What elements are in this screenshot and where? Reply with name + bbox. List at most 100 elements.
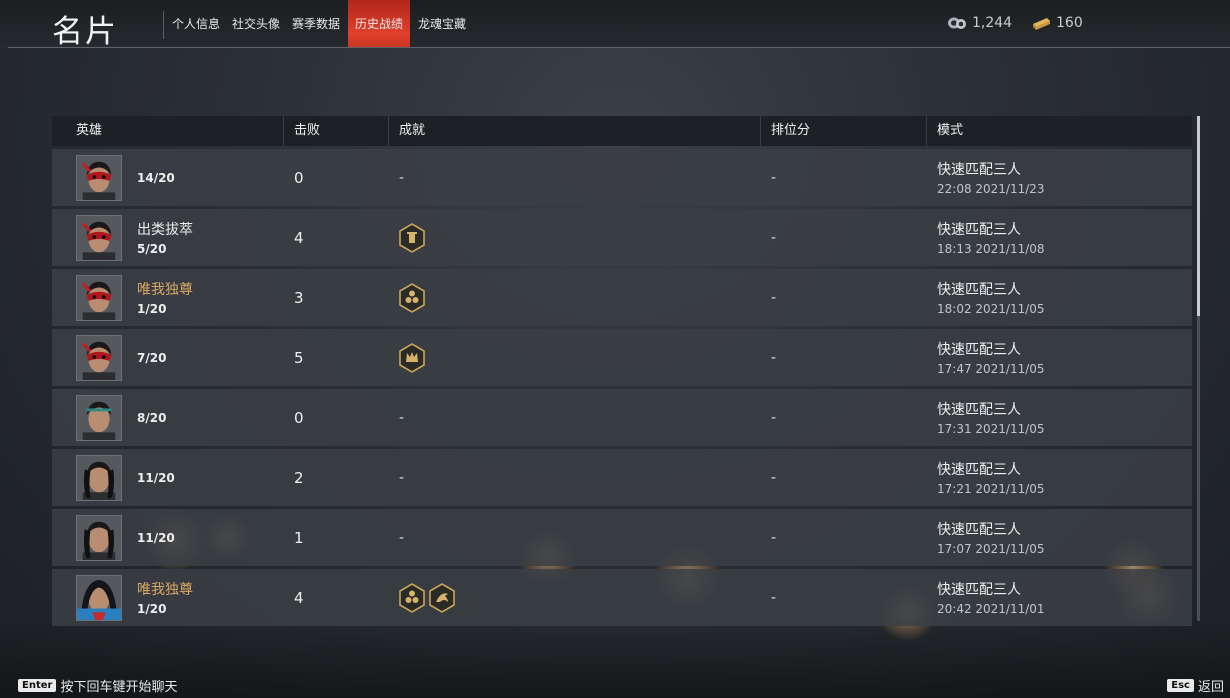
hero-info: 出类拔萃 5/20 xyxy=(137,219,193,256)
chat-hint[interactable]: Enter 按下回车键开始聊天 xyxy=(18,676,177,695)
rank-score-cell: - xyxy=(761,449,927,506)
kills-value: 0 xyxy=(294,408,304,427)
rank-score-value: - xyxy=(771,409,777,426)
kills-cell: 1 xyxy=(284,509,389,566)
gold-amount: 160 xyxy=(1056,15,1083,31)
back-hint[interactable]: Esc 返回 xyxy=(1167,676,1224,695)
hero-cell: 出类拔萃 5/20 xyxy=(52,209,284,266)
page-title: 名片 xyxy=(52,14,118,50)
match-time: 20:42 2021/11/01 xyxy=(937,602,1045,616)
gold-currency: 160 xyxy=(1031,15,1083,31)
table-row[interactable]: 出类拔萃 5/20 4 - 快速匹配三人 18:13 2021/11/08 xyxy=(52,209,1192,266)
mode-name: 快速匹配三人 xyxy=(937,282,1021,298)
hero-info: 11/20 xyxy=(137,531,175,545)
mode-cell: 快速匹配三人 17:31 2021/11/05 xyxy=(927,389,1192,446)
rank-score-value: - xyxy=(771,469,777,486)
column-hero: 英雄 xyxy=(52,116,284,146)
mode-name: 快速匹配三人 xyxy=(937,162,1021,178)
mode-name: 快速匹配三人 xyxy=(937,342,1021,358)
kill-count-badge-icon[interactable] xyxy=(399,222,425,253)
kills-value: 1 xyxy=(294,528,304,547)
rank-score-value: - xyxy=(771,349,777,366)
table-row[interactable]: 11/20 1 - - 快速匹配三人 17:07 2021/11/05 xyxy=(52,509,1192,566)
achievement-empty: - xyxy=(399,169,405,186)
hero-honor-title: 出类拔萃 xyxy=(137,222,193,238)
tab-season-data[interactable]: 赛季数据 xyxy=(286,0,346,48)
title-divider xyxy=(163,11,164,39)
kills-value: 4 xyxy=(294,588,304,607)
crown-badge-icon[interactable] xyxy=(399,342,425,373)
mode-cell: 快速匹配三人 18:02 2021/11/05 xyxy=(927,269,1192,326)
match-history-table: 英雄 击败 成就 排位分 模式 14/20 0 - - 快速匹配三人 22:08 2021… xyxy=(52,116,1192,626)
achievements-cell xyxy=(389,329,761,386)
table-row[interactable]: 唯我独尊 1/20 4 - 快速匹配三人 20:42 2021/11/01 xyxy=(52,569,1192,626)
table-header: 英雄 击败 成就 排位分 模式 xyxy=(52,116,1192,146)
table-row[interactable]: 14/20 0 - - 快速匹配三人 22:08 2021/11/23 xyxy=(52,149,1192,206)
mode-name: 快速匹配三人 xyxy=(937,402,1021,418)
placement: 5/20 xyxy=(137,242,167,256)
achievement-badges xyxy=(399,222,425,253)
column-kills: 击败 xyxy=(284,116,389,146)
esc-key: Esc xyxy=(1167,679,1194,692)
tab-bar: 个人信息 社交头像 赛季数据 历史战绩 龙魂宝藏 xyxy=(166,0,472,48)
hero-honor-title: 唯我独尊 xyxy=(137,582,193,598)
achievements-cell: - xyxy=(389,389,761,446)
rank-score-cell: - xyxy=(761,209,927,266)
hero-cell: 11/20 xyxy=(52,509,284,566)
coins-currency: 1,244 xyxy=(947,15,1012,31)
tab-match-history[interactable]: 历史战绩 xyxy=(348,0,411,48)
match-time: 18:13 2021/11/08 xyxy=(937,242,1045,256)
column-mode: 模式 xyxy=(937,123,964,138)
gold-ingot-icon xyxy=(1033,18,1050,30)
top-bar: 名片 个人信息 社交头像 赛季数据 历史战绩 龙魂宝藏 1,244 160 xyxy=(0,0,1230,50)
match-time: 18:02 2021/11/05 xyxy=(937,302,1045,316)
tab-dragon-treasure[interactable]: 龙魂宝藏 xyxy=(412,0,472,48)
rank-score-cell: - xyxy=(761,569,927,626)
tab-social-avatar[interactable]: 社交头像 xyxy=(226,0,286,48)
achievements-cell xyxy=(389,209,761,266)
rank-score-value: - xyxy=(771,169,777,186)
placement: 7/20 xyxy=(137,350,167,365)
rank-score-value: - xyxy=(771,229,777,246)
hero-info: 7/20 xyxy=(137,351,166,365)
match-time: 17:31 2021/11/05 xyxy=(937,422,1045,436)
triple-badge-icon[interactable] xyxy=(399,282,425,313)
achievement-empty: - xyxy=(399,469,405,486)
kills-cell: 3 xyxy=(284,269,389,326)
coins-icon xyxy=(948,17,966,29)
scrollbar-thumb[interactable] xyxy=(1197,116,1200,316)
column-achievements: 成就 xyxy=(389,116,761,146)
achievement-badges xyxy=(399,582,455,613)
triple-badge-icon[interactable] xyxy=(399,582,425,613)
tab-personal-info[interactable]: 个人信息 xyxy=(166,0,226,48)
mode-cell: 快速匹配三人 18:13 2021/11/08 xyxy=(927,209,1192,266)
table-row[interactable]: 11/20 2 - - 快速匹配三人 17:21 2021/11/05 xyxy=(52,449,1192,506)
kills-cell: 4 xyxy=(284,209,389,266)
top-bar-divider xyxy=(8,47,1230,48)
rank-score-value: - xyxy=(771,289,777,306)
kills-value: 2 xyxy=(294,468,304,487)
achievement-badges xyxy=(399,342,425,373)
footer-bar: Enter 按下回车键开始聊天 Esc 返回 xyxy=(0,670,1230,698)
kills-value: 3 xyxy=(294,288,304,307)
kills-value: 0 xyxy=(294,168,304,187)
hero-cell: 唯我独尊 1/20 xyxy=(52,569,284,626)
kills-cell: 2 xyxy=(284,449,389,506)
hero-info: 唯我独尊 1/20 xyxy=(137,579,193,616)
placement: 1/20 xyxy=(137,302,167,316)
table-row[interactable]: 8/20 0 - - 快速匹配三人 17:31 2021/11/05 xyxy=(52,389,1192,446)
mode-name: 快速匹配三人 xyxy=(937,462,1021,478)
coins-amount: 1,244 xyxy=(972,15,1013,31)
red-mask-hero-avatar xyxy=(76,274,122,321)
kills-cell: 5 xyxy=(284,329,389,386)
hero-cell: 11/20 xyxy=(52,449,284,506)
kills-cell: 4 xyxy=(284,569,389,626)
achievements-cell: - xyxy=(389,509,761,566)
table-row[interactable]: 唯我独尊 1/20 3 - 快速匹配三人 18:02 2021/11/05 xyxy=(52,269,1192,326)
red-mask-hero-avatar xyxy=(76,334,122,381)
mode-name: 快速匹配三人 xyxy=(937,582,1021,598)
hero-info: 14/20 xyxy=(137,171,175,185)
table-row[interactable]: 7/20 5 - 快速匹配三人 17:47 2021/11/05 xyxy=(52,329,1192,386)
jump-badge-icon[interactable] xyxy=(429,582,455,613)
achievements-cell xyxy=(389,569,761,626)
